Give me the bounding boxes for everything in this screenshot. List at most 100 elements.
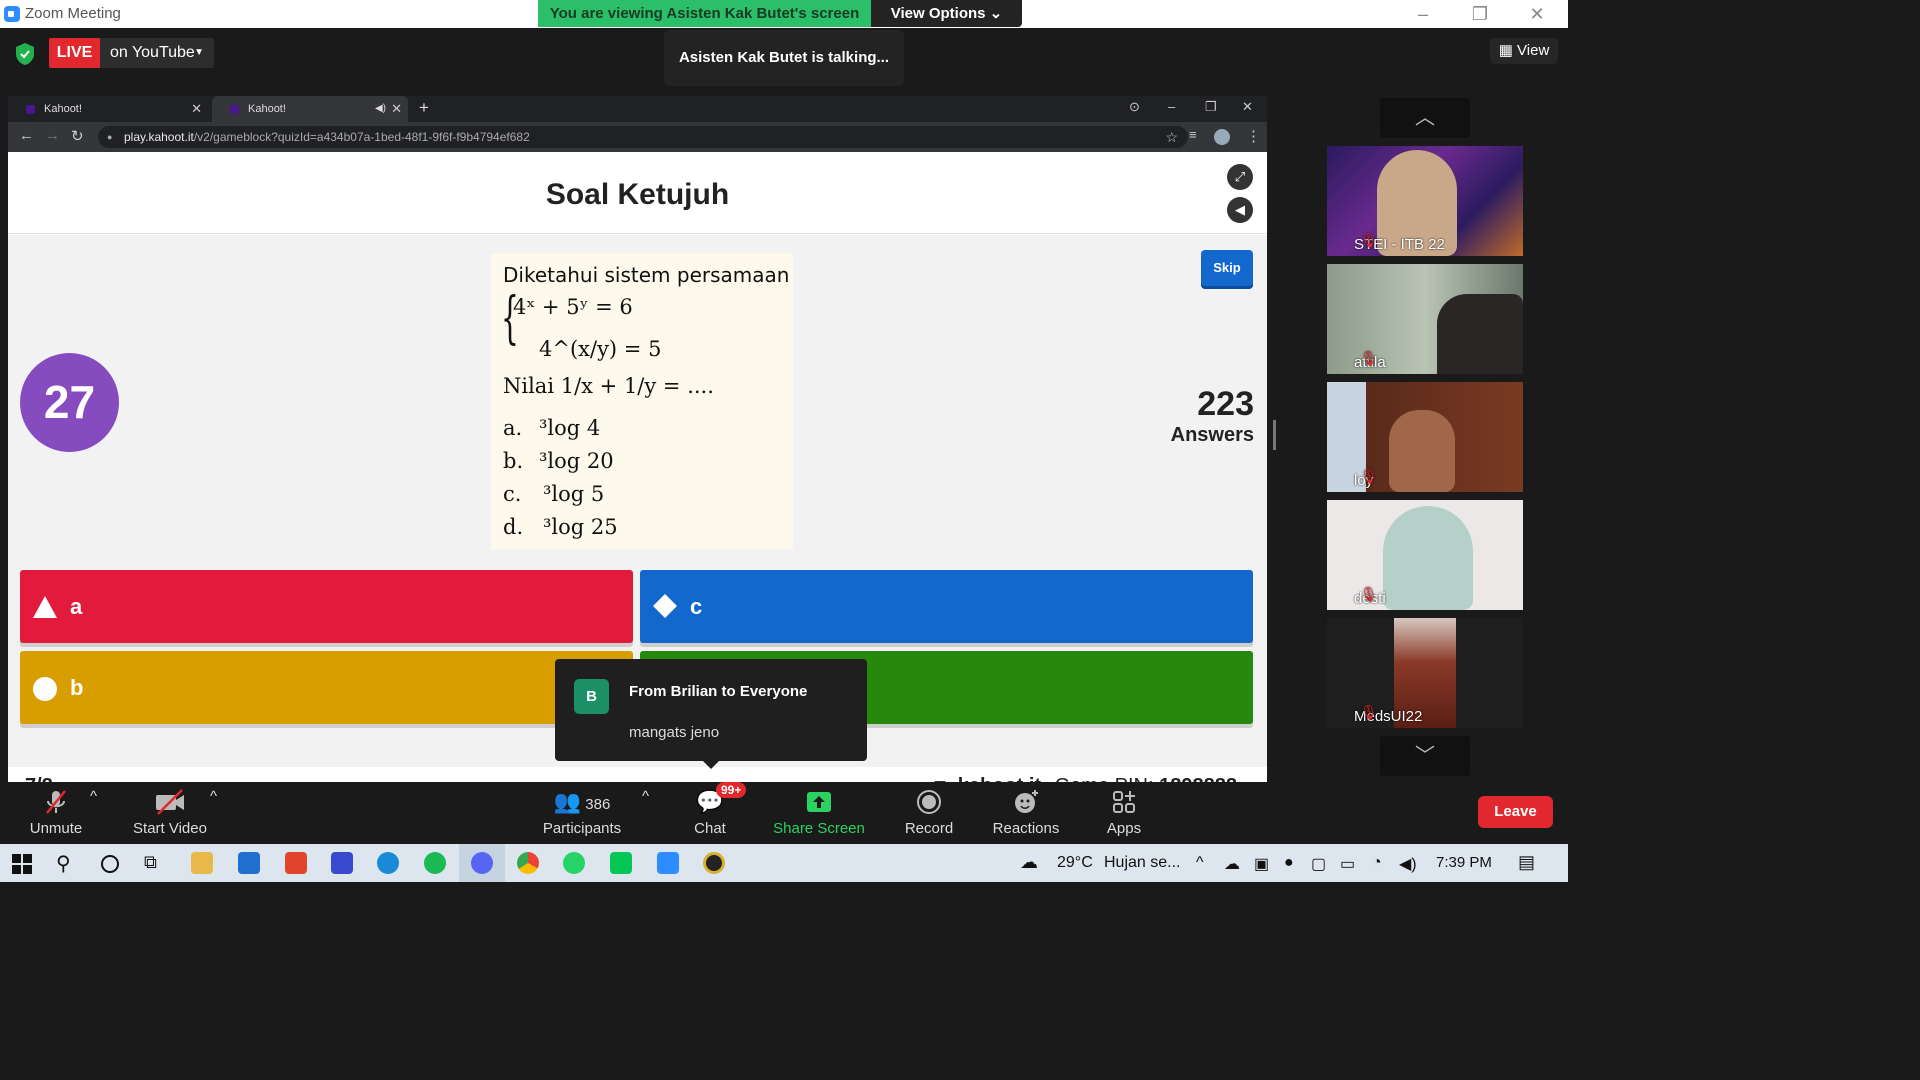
share-screen-button[interactable]: Share Screen	[772, 788, 866, 837]
line-icon[interactable]	[610, 852, 632, 874]
security-shield-icon[interactable]	[14, 42, 36, 66]
zoom-icon[interactable]	[657, 852, 679, 874]
search-icon[interactable]: ⚲	[56, 851, 71, 876]
diamond-icon	[653, 594, 677, 618]
answer-red-triangle[interactable]: a	[20, 570, 633, 643]
unmute-button[interactable]: Unmute	[22, 788, 90, 837]
question-ask: Nilai 1/x + 1/y = ....	[503, 374, 714, 398]
close-icon[interactable]: ✕	[1522, 4, 1552, 25]
apps-button[interactable]: Apps	[1104, 788, 1144, 837]
participant-name: 🎙 loy	[1354, 468, 1378, 490]
video-options-caret[interactable]: ^	[210, 788, 217, 805]
clock[interactable]: 7:39 PM	[1436, 854, 1492, 871]
media-control-icon[interactable]: ≡	[1189, 127, 1197, 142]
pen-app-icon[interactable]	[331, 852, 353, 874]
chat-message: mangats jeno	[629, 724, 720, 741]
participant-tile[interactable]: 🎙 attila	[1327, 264, 1523, 374]
skip-button[interactable]: Skip	[1201, 250, 1253, 286]
browser-tab-active[interactable]: Kahoot! ◀) ✕	[212, 96, 408, 122]
cortana-icon[interactable]	[101, 855, 119, 873]
tab-audio-icon[interactable]: ◀)	[375, 96, 386, 122]
url-path: /v2/gameblock?quizId=a434b07a-1bed-48f1-…	[193, 130, 530, 144]
live-badge[interactable]: LIVE	[49, 38, 100, 68]
spotify-icon[interactable]	[424, 852, 446, 874]
wifi-icon[interactable]: ◔	[1372, 854, 1382, 872]
profile-avatar-icon[interactable]	[1214, 129, 1230, 145]
view-options-button[interactable]: View Options ⌄	[871, 0, 1022, 27]
record-button[interactable]: Record	[902, 788, 956, 837]
onedrive-icon[interactable]: ☁	[1224, 854, 1240, 874]
tab-search-icon[interactable]: ⊙	[1129, 99, 1140, 115]
address-bar[interactable]: ● play.kahoot.it/v2/gameblock?quizId=a43…	[98, 126, 1188, 148]
minimize-icon[interactable]: –	[1408, 4, 1438, 25]
grid-icon: ▦	[1498, 42, 1513, 59]
task-view-icon[interactable]: ⧉	[144, 852, 157, 873]
gallery-down-button[interactable]: ﹀	[1380, 736, 1470, 776]
chevron-up-icon[interactable]: ^	[1196, 854, 1204, 872]
bookmark-star-icon[interactable]: ☆	[1165, 126, 1178, 148]
browser-close-icon[interactable]: ✕	[1242, 99, 1253, 115]
participants-options-caret[interactable]: ^	[642, 788, 649, 805]
weather-text[interactable]: Hujan se...	[1104, 854, 1180, 872]
meet-now-icon[interactable]: ▣	[1254, 854, 1269, 874]
browser-restore-icon[interactable]: ❐	[1205, 99, 1217, 115]
menu-kebab-icon[interactable]: ⋮	[1246, 127, 1261, 145]
volume-icon[interactable]: ◀)	[1399, 854, 1417, 874]
record-label: Record	[904, 820, 954, 837]
whatsapp-icon[interactable]	[563, 852, 585, 874]
discord-icon[interactable]	[471, 852, 493, 874]
option-a: a. ³log 4	[503, 416, 600, 440]
answer-yellow-circle[interactable]: b	[20, 651, 633, 724]
volume-icon[interactable]: ◀	[1227, 197, 1253, 223]
participant-tile[interactable]: 🎙 MedsUI22	[1327, 618, 1523, 728]
chat-notification-popup[interactable]: B From Brilian to Everyone mangats jeno	[555, 659, 867, 769]
microphone-icon[interactable]: ●	[1284, 854, 1294, 872]
participants-icon: 👥 386	[553, 789, 611, 814]
participant-tile[interactable]: 🎙 loy	[1327, 382, 1523, 492]
restore-icon[interactable]: ❐	[1465, 4, 1495, 25]
monitor-icon[interactable]: ▢	[1311, 854, 1326, 874]
view-label: View	[1517, 42, 1550, 59]
reload-icon[interactable]: ↻	[71, 127, 84, 145]
back-icon[interactable]: ←	[19, 127, 34, 144]
file-explorer-icon[interactable]	[191, 852, 213, 874]
media-app-icon[interactable]	[703, 852, 725, 874]
muted-mic-icon	[46, 790, 66, 814]
weather-temp[interactable]: 29°C	[1057, 854, 1093, 872]
reactions-button[interactable]: Reactions	[990, 788, 1062, 837]
apps-label: Apps	[1106, 820, 1142, 837]
new-tab-icon[interactable]: +	[419, 98, 429, 118]
panel-splitter[interactable]	[1273, 420, 1276, 450]
weather-icon: ☁	[1020, 852, 1038, 872]
audio-options-caret[interactable]: ^	[90, 788, 97, 805]
muted-mic-icon: 🎙	[1360, 350, 1378, 366]
notifications-icon[interactable]: ▤	[1518, 852, 1535, 873]
question-title: Soal Ketujuh	[545, 178, 730, 211]
tab-close-icon[interactable]: ✕	[191, 96, 202, 122]
leave-button[interactable]: Leave	[1478, 796, 1553, 828]
mail-icon[interactable]	[238, 852, 260, 874]
chrome-icon[interactable]	[517, 852, 539, 874]
windows-start-icon[interactable]	[12, 854, 32, 874]
battery-icon[interactable]: ▭	[1340, 854, 1355, 874]
countdown-timer: 27	[20, 353, 119, 452]
participant-tile[interactable]: 🎙 STEI - ITB 22	[1327, 146, 1523, 256]
answer-blue-diamond[interactable]: c	[640, 570, 1253, 643]
participants-label: Participants	[542, 820, 622, 837]
option-text: ³log 4	[539, 416, 601, 440]
fullscreen-icon[interactable]: ⤢	[1227, 164, 1253, 190]
live-stream-dropdown[interactable]: on YouTube ▼	[100, 38, 214, 68]
office-icon[interactable]	[285, 852, 307, 874]
participants-button[interactable]: 👥 386 Participants	[538, 788, 626, 837]
gallery-up-button[interactable]: ︿	[1380, 98, 1470, 138]
browser-tab[interactable]: Kahoot! ✕	[8, 96, 208, 122]
view-layout-button[interactable]: ▦ View	[1490, 38, 1558, 64]
kahoot-favicon-icon	[26, 105, 35, 114]
edge-icon[interactable]	[377, 852, 399, 874]
tab-close-icon[interactable]: ✕	[391, 96, 402, 122]
avatar: B	[574, 679, 609, 714]
forward-icon[interactable]: →	[45, 127, 60, 144]
browser-minimize-icon[interactable]: –	[1168, 99, 1175, 114]
participant-tile[interactable]: 🎙 desti	[1327, 500, 1523, 610]
start-video-button[interactable]: Start Video	[128, 788, 212, 837]
